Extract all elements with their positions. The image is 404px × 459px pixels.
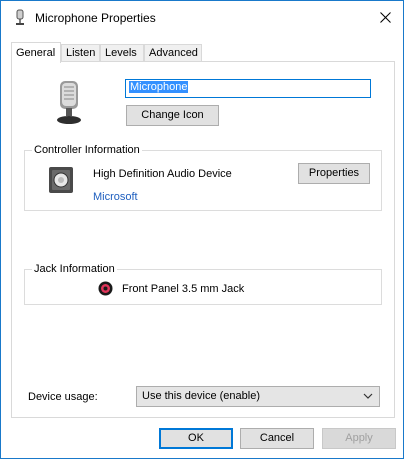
controller-info-label: Controller Information <box>32 144 142 156</box>
apply-button[interactable]: Apply <box>322 428 396 449</box>
properties-window: Microphone Properties General Listen Lev… <box>0 0 404 459</box>
microphone-device-icon <box>57 81 81 124</box>
jack-info-label: Jack Information <box>32 263 117 275</box>
close-button[interactable] <box>368 2 402 32</box>
close-icon <box>379 11 391 23</box>
audio-device-icon <box>49 167 73 193</box>
device-usage-dropdown[interactable]: Use this device (enable) <box>136 386 380 407</box>
jack-color-icon <box>98 281 113 296</box>
change-icon-button[interactable]: Change Icon <box>126 105 219 126</box>
controller-properties-button[interactable]: Properties <box>298 163 370 184</box>
tab-general[interactable]: General <box>11 42 61 63</box>
chevron-down-icon <box>363 393 373 399</box>
microphone-icon <box>16 9 24 25</box>
device-usage-selected: Use this device (enable) <box>142 390 261 402</box>
cancel-button[interactable]: Cancel <box>240 428 314 449</box>
controller-device-name: High Definition Audio Device <box>93 168 232 180</box>
device-name-field[interactable]: Microphone <box>125 79 371 98</box>
tab-advanced[interactable]: Advanced <box>144 44 202 61</box>
tab-levels[interactable]: Levels <box>100 44 144 61</box>
device-usage-label: Device usage: <box>28 391 98 403</box>
jack-description: Front Panel 3.5 mm Jack <box>122 283 245 295</box>
tab-listen[interactable]: Listen <box>61 44 100 61</box>
ok-button[interactable]: OK <box>159 428 233 449</box>
controller-vendor-link[interactable]: Microsoft <box>93 191 138 203</box>
window-title: Microphone Properties <box>35 11 156 25</box>
title-bar: Microphone Properties <box>2 2 402 32</box>
device-name-value: Microphone <box>129 81 189 93</box>
